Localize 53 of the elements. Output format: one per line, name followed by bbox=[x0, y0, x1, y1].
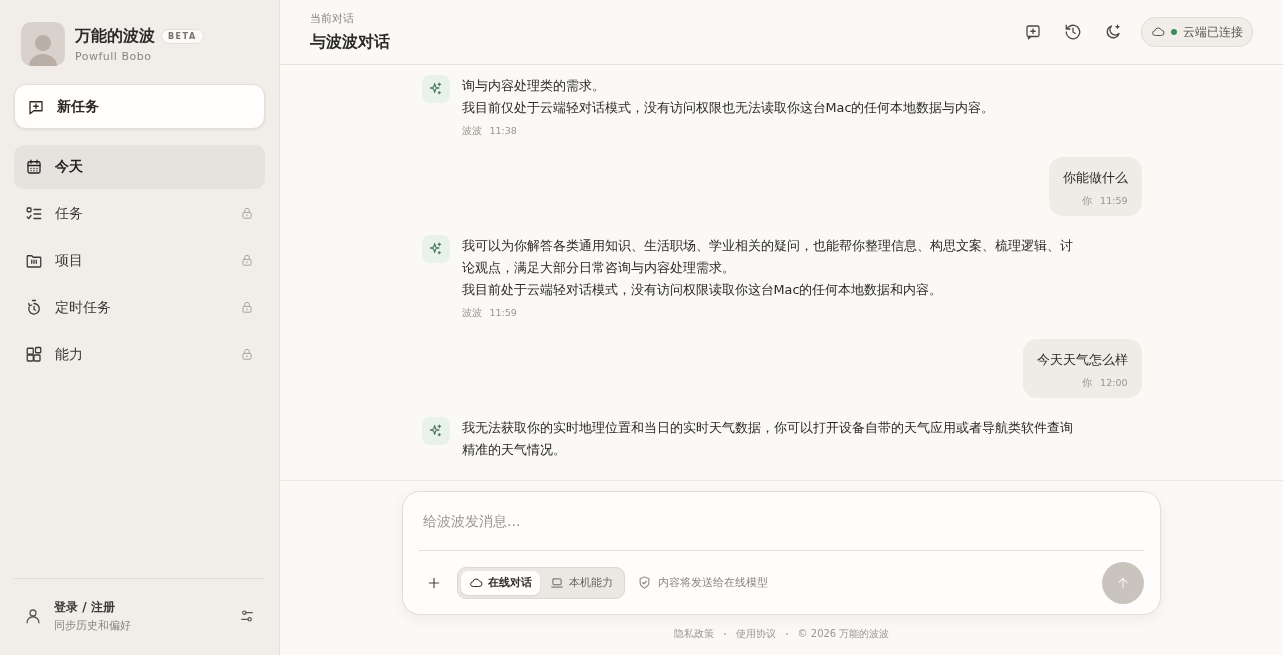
folder-icon bbox=[25, 252, 43, 270]
settings-icon bbox=[239, 608, 255, 624]
timer-icon bbox=[25, 299, 43, 317]
privacy-notice: 内容将发送给在线模型 bbox=[658, 575, 768, 590]
laptop-icon bbox=[550, 575, 564, 590]
message-text: 我无法获取你的实时地理位置和当日的实时天气数据，你可以打开设备自带的天气应用或者导航类软件查询精准的天气情况。 bbox=[461, 419, 1074, 459]
message-text: 今天天气怎么样 bbox=[1036, 351, 1128, 369]
message-text: 我目前仅处于云端轻对话模式，没有访问权限也无法读取你这台Mac的任何本地数据与内容。 bbox=[461, 99, 996, 117]
new-task-button[interactable]: 新任务 bbox=[14, 84, 265, 129]
message-text: 你能做什么 bbox=[1062, 169, 1128, 187]
nav-item[interactable]: 项目 bbox=[14, 239, 265, 283]
cloud-icon bbox=[469, 575, 483, 590]
message-text: 我目前处于云端轻对话模式，没有访问权限读取你这台Mac的任何本地数据和内容。 bbox=[461, 281, 944, 299]
message-meta: 波波 11:38 bbox=[461, 125, 518, 138]
login-link[interactable]: 登录 / 注册 bbox=[54, 599, 227, 616]
sparkle-icon bbox=[427, 81, 444, 97]
conversation-title: 与波波对话 bbox=[310, 31, 391, 53]
avatar-placeholder bbox=[21, 22, 65, 66]
copyright-text: © 2026 万能的波波 bbox=[797, 627, 890, 641]
moon-icon bbox=[1104, 23, 1122, 41]
sparkle-icon bbox=[427, 423, 444, 439]
mode-tab[interactable]: 本机能力 bbox=[542, 570, 621, 595]
lock-icon bbox=[240, 299, 254, 314]
beta-badge: BETA bbox=[161, 28, 204, 44]
shield-check-icon bbox=[637, 575, 652, 590]
connection-status: 云端已连接 bbox=[1141, 17, 1253, 47]
history-icon bbox=[1064, 23, 1082, 41]
nav-item[interactable]: 今天 bbox=[14, 145, 265, 189]
calendar-icon bbox=[25, 158, 43, 176]
app-name: 万能的波波 bbox=[75, 25, 155, 47]
lock-icon bbox=[240, 205, 254, 220]
nav-item[interactable]: 定时任务 bbox=[14, 286, 265, 330]
blocks-icon bbox=[25, 346, 43, 364]
header-caption: 当前对话 bbox=[310, 11, 355, 26]
chat-plus-icon bbox=[1024, 23, 1042, 41]
message-text: 询与内容处理类的需求。 bbox=[461, 77, 606, 95]
message-meta: 你 12:00 bbox=[1082, 377, 1128, 390]
message-input[interactable]: 给波波发消息... bbox=[419, 492, 1144, 550]
settings-button[interactable] bbox=[239, 608, 255, 624]
message-meta: 你 11:59 bbox=[1082, 195, 1128, 208]
message-composer[interactable]: 给波波发消息... 在线对话 本机能力 内容将发送给在线模型 bbox=[402, 491, 1161, 615]
message-meta: 波波 11:59 bbox=[461, 307, 518, 320]
sparkle-icon bbox=[427, 241, 444, 257]
mode-tab[interactable]: 在线对话 bbox=[461, 570, 540, 595]
account-subtitle: 同步历史和偏好 bbox=[54, 619, 132, 633]
message-text: 我可以为你解答各类通用知识、生活职场、学业相关的疑问，也能帮你整理信息、构思文案、梳理逻辑、讨论观点，满足大部分日常咨询与内容处理需求。 bbox=[461, 237, 1074, 277]
lock-icon bbox=[240, 252, 254, 267]
app-subtitle: Powfull Bobo bbox=[75, 49, 153, 63]
nav-item[interactable]: 能力 bbox=[14, 333, 265, 377]
user-icon bbox=[24, 607, 42, 625]
lock-icon bbox=[240, 346, 254, 361]
cloud-icon bbox=[1151, 25, 1165, 39]
nav-item[interactable]: 任务 bbox=[14, 192, 265, 236]
